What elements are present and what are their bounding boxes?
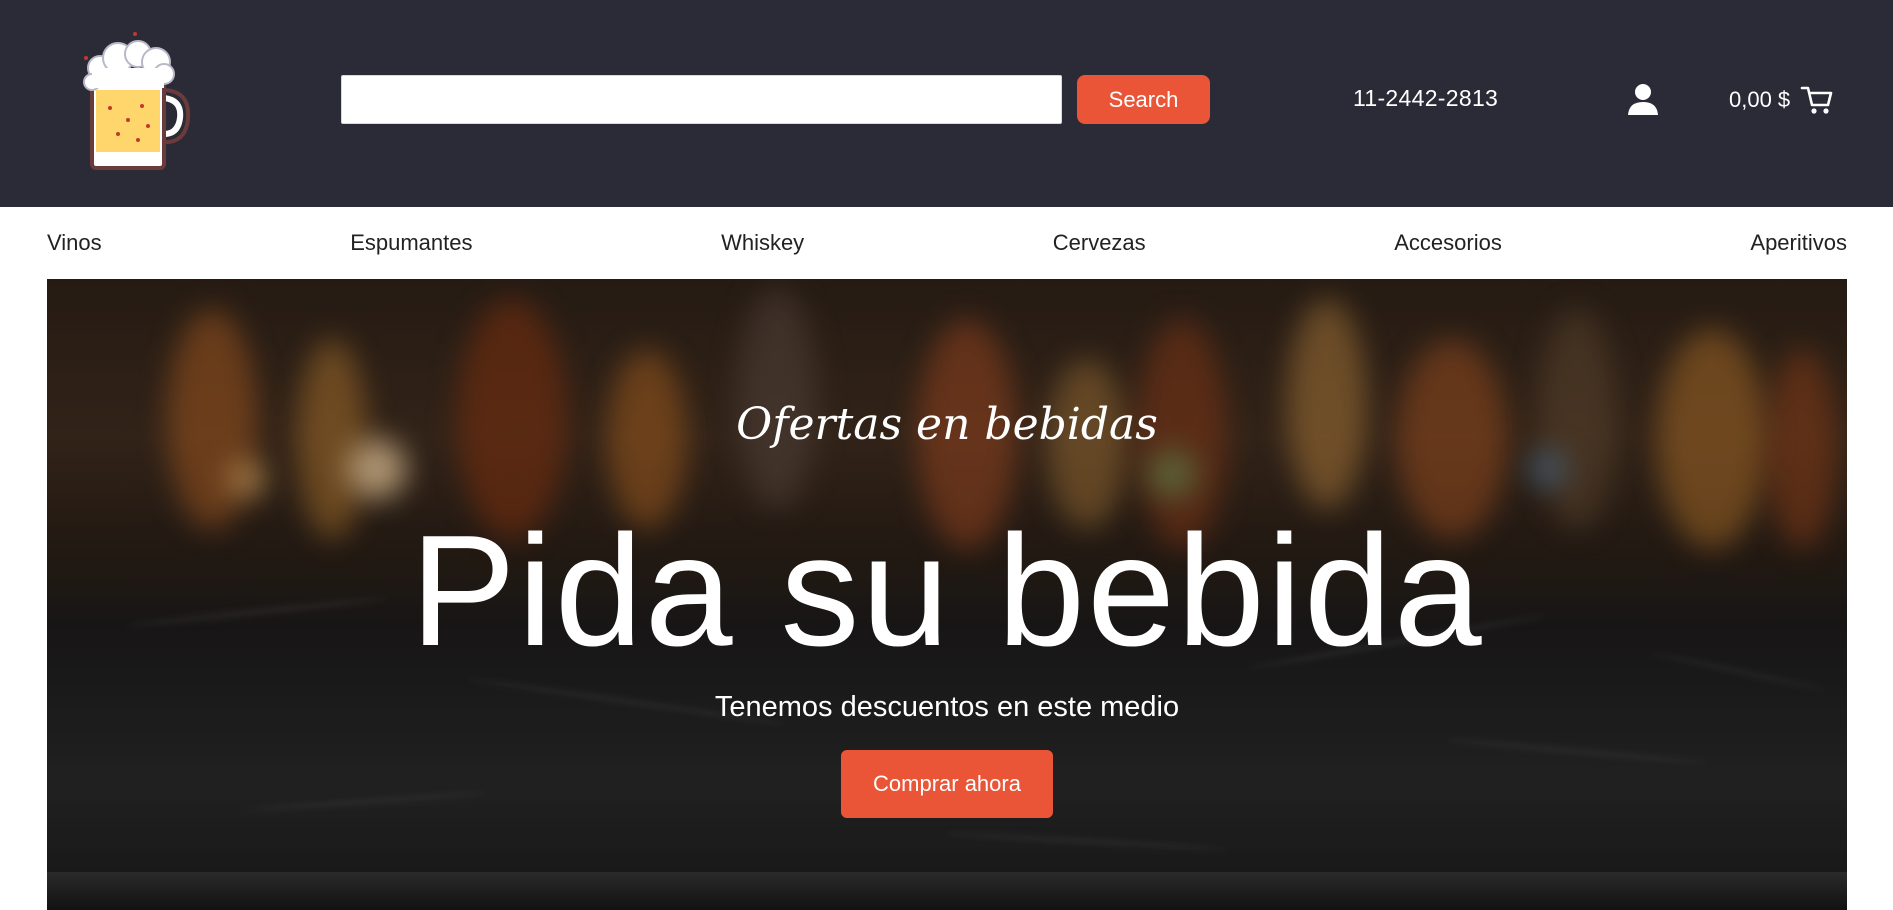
hero-content: Ofertas en bebidas Pida su bebida Tenemo…: [47, 279, 1847, 910]
buy-now-button[interactable]: Comprar ahora: [841, 750, 1053, 818]
hero-subtitle: Tenemos descuentos en este medio: [714, 691, 1180, 723]
beer-mug-logo[interactable]: [78, 28, 192, 172]
site-header: Search 11-2442-2813 0,00 $: [0, 0, 1893, 207]
hero-title: Pida su bebida: [410, 503, 1484, 679]
nav-item-aperitivos[interactable]: Aperitivos: [1750, 230, 1847, 256]
cart-icon: [1800, 83, 1834, 117]
cart-amount: 0,00 $: [1729, 87, 1791, 112]
nav-item-vinos[interactable]: Vinos: [47, 230, 102, 256]
nav-item-cervezas[interactable]: Cervezas: [1053, 230, 1146, 256]
category-nav: Vinos Espumantes Whiskey Cervezas Acceso…: [47, 207, 1847, 279]
search-button[interactable]: Search: [1077, 75, 1210, 124]
nav-item-espumantes[interactable]: Espumantes: [350, 230, 472, 256]
cart-button[interactable]: 0,00 $: [1729, 80, 1834, 120]
nav-item-accesorios[interactable]: Accesorios: [1394, 230, 1502, 256]
phone-number: 11-2442-2813: [1353, 85, 1499, 111]
hero-kicker: Ofertas en bebidas: [736, 399, 1158, 450]
hero-banner: Ofertas en bebidas Pida su bebida Tenemo…: [47, 279, 1847, 910]
search-input[interactable]: [341, 75, 1062, 124]
nav-item-whiskey[interactable]: Whiskey: [721, 230, 804, 256]
user-icon[interactable]: [1626, 82, 1660, 116]
